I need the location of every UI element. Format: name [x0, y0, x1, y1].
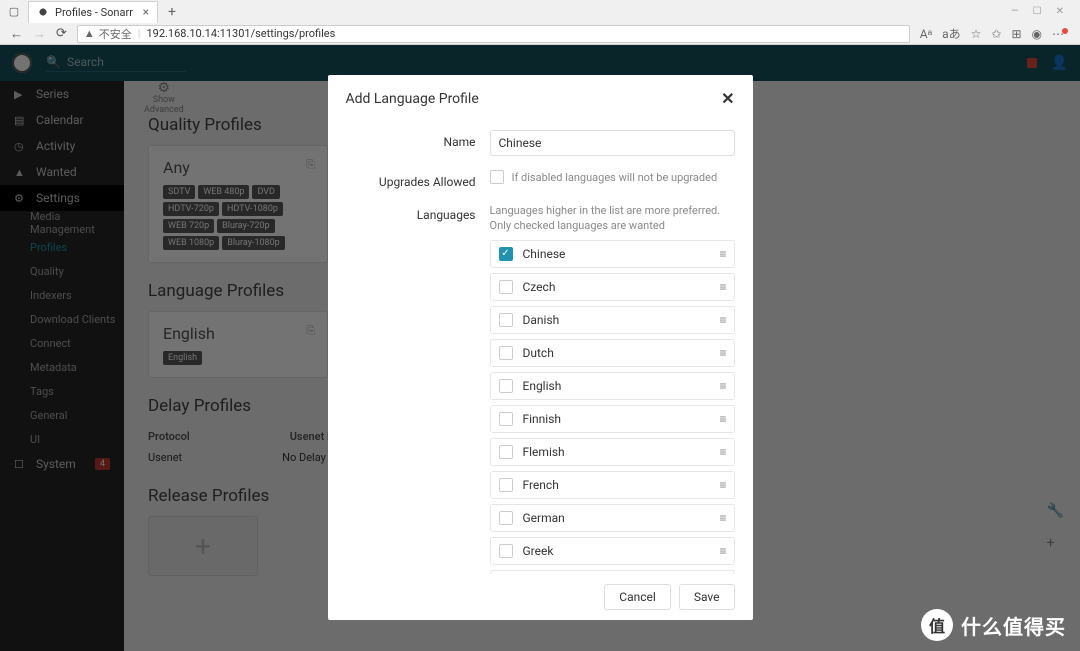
browser-chrome: ▢ Profiles - Sonarr × + — ☐ ✕ ← → ⟳ ▲ 不安… — [0, 0, 1080, 45]
close-tab-icon[interactable]: × — [143, 5, 149, 19]
upgrades-label: Upgrades Allowed — [346, 170, 476, 189]
language-checkbox[interactable] — [499, 544, 513, 558]
addr-actions: Aᵃ aあ ☆ ✩ ⊞ ◉ ⋯ — [920, 25, 1070, 42]
language-checkbox[interactable] — [499, 313, 513, 327]
maximize-icon[interactable]: ☐ — [1033, 6, 1042, 17]
upgrades-help: If disabled languages will not be upgrad… — [512, 170, 718, 185]
language-checkbox[interactable] — [499, 412, 513, 426]
tab-bar: ▢ Profiles - Sonarr × + — ☐ ✕ — [0, 0, 1080, 23]
language-item-dutch[interactable]: Dutch ≡ — [490, 339, 735, 367]
language-name: Czech — [523, 280, 556, 294]
language-name: Greek — [523, 544, 554, 558]
watermark-text: 什么值得买 — [961, 611, 1066, 640]
save-button[interactable]: Save — [679, 584, 735, 610]
language-name: Danish — [523, 313, 560, 327]
url-text: 192.168.10.14:11301/settings/profiles — [146, 27, 335, 40]
forward-button[interactable]: → — [33, 26, 46, 42]
name-input[interactable] — [490, 130, 735, 156]
modal-overlay[interactable]: Add Language Profile ✕ Name Upgrades All… — [0, 45, 1080, 651]
language-checkbox[interactable] — [499, 346, 513, 360]
language-name: Chinese — [523, 247, 566, 261]
language-name: Finnish — [523, 412, 562, 426]
language-item-french[interactable]: French ≡ — [490, 471, 735, 499]
language-checkbox[interactable] — [499, 280, 513, 294]
drag-handle-icon[interactable]: ≡ — [719, 445, 725, 459]
close-window-icon[interactable]: ✕ — [1056, 6, 1064, 17]
language-name: Dutch — [523, 346, 554, 360]
language-item-english[interactable]: English ≡ — [490, 372, 735, 400]
watermark-icon: 值 — [921, 609, 953, 641]
drag-handle-icon[interactable]: ≡ — [719, 313, 725, 327]
minimize-icon[interactable]: — — [1011, 6, 1019, 17]
name-label: Name — [346, 130, 476, 156]
drag-handle-icon[interactable]: ≡ — [719, 247, 725, 261]
languages-label: Languages — [346, 203, 476, 574]
insecure-icon: ▲ 不安全 — [84, 26, 132, 42]
drag-handle-icon[interactable]: ≡ — [719, 280, 725, 294]
drag-handle-icon[interactable]: ≡ — [719, 478, 725, 492]
language-name: German — [523, 511, 565, 525]
url-input[interactable]: ▲ 不安全 | 192.168.10.14:11301/settings/pro… — [77, 25, 910, 43]
favorites-bar-icon[interactable]: ✩ — [991, 27, 1001, 41]
window-controls: — ☐ ✕ — [1011, 6, 1074, 17]
drag-handle-icon[interactable]: ≡ — [719, 379, 725, 393]
language-checkbox[interactable] — [499, 478, 513, 492]
upgrades-checkbox[interactable] — [490, 170, 504, 184]
window-icon[interactable]: ▢ — [6, 4, 22, 20]
tab-title: Profiles - Sonarr — [55, 6, 133, 19]
address-bar: ← → ⟳ ▲ 不安全 | 192.168.10.14:11301/settin… — [0, 23, 1080, 44]
browser-tab[interactable]: Profiles - Sonarr × — [28, 1, 158, 23]
read-aloud-icon[interactable]: aあ — [942, 25, 961, 42]
favorite-icon[interactable]: ☆ — [971, 27, 982, 41]
modal-title: Add Language Profile — [346, 91, 479, 107]
translate-icon[interactable]: Aᵃ — [920, 27, 932, 41]
reload-button[interactable]: ⟳ — [56, 26, 67, 41]
language-checkbox[interactable]: ✓ — [499, 247, 513, 261]
language-checkbox[interactable] — [499, 379, 513, 393]
watermark: 值 什么值得买 — [921, 609, 1066, 641]
language-checkbox[interactable] — [499, 445, 513, 459]
new-tab-button[interactable]: + — [164, 4, 180, 20]
language-item-flemish[interactable]: Flemish ≡ — [490, 438, 735, 466]
drag-handle-icon[interactable]: ≡ — [719, 511, 725, 525]
language-item-czech[interactable]: Czech ≡ — [490, 273, 735, 301]
language-item-greek[interactable]: Greek ≡ — [490, 537, 735, 565]
menu-icon[interactable]: ⋯ — [1052, 27, 1070, 41]
language-checkbox[interactable] — [499, 511, 513, 525]
language-name: English — [523, 379, 562, 393]
language-item-chinese[interactable]: ✓ Chinese ≡ — [490, 240, 735, 268]
drag-handle-icon[interactable]: ≡ — [719, 346, 725, 360]
profile-icon[interactable]: ◉ — [1032, 27, 1042, 41]
modal-close-icon[interactable]: ✕ — [721, 89, 734, 108]
cancel-button[interactable]: Cancel — [604, 584, 671, 610]
drag-handle-icon[interactable]: ≡ — [719, 544, 725, 558]
drag-handle-icon[interactable]: ≡ — [719, 412, 725, 426]
language-name: Flemish — [523, 445, 565, 459]
languages-help: Languages higher in the list are more pr… — [490, 203, 735, 234]
language-name: French — [523, 478, 559, 492]
language-item-danish[interactable]: Danish ≡ — [490, 306, 735, 334]
favicon-icon — [37, 6, 49, 18]
language-item-finnish[interactable]: Finnish ≡ — [490, 405, 735, 433]
extensions-icon[interactable]: ⊞ — [1011, 27, 1021, 41]
add-language-profile-modal: Add Language Profile ✕ Name Upgrades All… — [328, 75, 753, 620]
back-button[interactable]: ← — [10, 26, 23, 42]
language-item-german[interactable]: German ≡ — [490, 504, 735, 532]
